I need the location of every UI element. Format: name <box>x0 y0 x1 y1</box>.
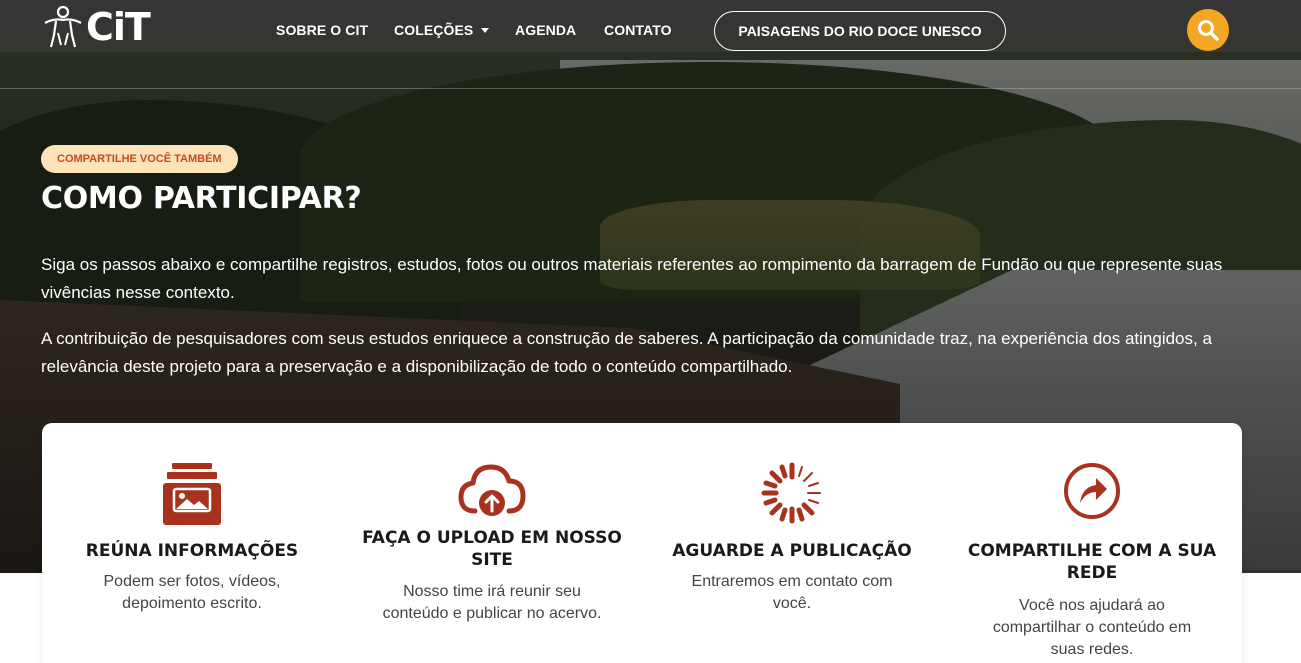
search-button[interactable] <box>1187 9 1229 51</box>
logo-text: CiT <box>86 5 151 49</box>
step-title: COMPARTILHE COM A SUA REDE <box>967 541 1217 583</box>
step-title: REÚNA INFORMAÇÕES <box>85 541 299 561</box>
step-description: Entraremos em contato com você. <box>691 573 893 612</box>
intro-paragraph-2: A contribuição de pesquisadores com seus… <box>41 329 1212 376</box>
step-description: Nosso time irá reunir seu conteúdo e pub… <box>382 583 602 622</box>
step-title: FAÇA O UPLOAD EM NOSSO SITE <box>362 528 622 570</box>
page-title: COMO PARTICIPAR? <box>41 181 362 216</box>
caret-down-icon <box>481 28 490 33</box>
site-logo[interactable]: CiT <box>42 4 151 50</box>
paisagens-unesco-button[interactable]: PAISAGENS DO RIO DOCE UNESCO <box>714 11 1006 51</box>
nav-link-colecoes[interactable]: COLEÇÕES <box>394 22 490 38</box>
logo-figure-icon <box>44 5 82 48</box>
search-icon <box>1198 20 1219 41</box>
nav-link-agenda[interactable]: AGENDA <box>515 22 576 38</box>
steps-card: REÚNA INFORMAÇÕES Podem ser fotos, vídeo… <box>42 423 1242 663</box>
nav-link-sobre[interactable]: SOBRE O CIT <box>276 22 368 38</box>
nav-link-colecoes-label: COLEÇÕES <box>394 22 474 38</box>
cloud-upload-icon <box>342 461 642 521</box>
step-item-share: COMPARTILHE COM A SUA REDE Você nos ajud… <box>942 423 1242 663</box>
step-description: Você nos ajudará ao compartilhar o conte… <box>992 597 1192 658</box>
step-item-wait: AGUARDE A PUBLICAÇÃO Entraremos em conta… <box>642 423 942 663</box>
step-title: AGUARDE A PUBLICAÇÃO <box>672 541 912 561</box>
loading-spinner-icon <box>642 461 942 525</box>
photo-archive-icon <box>42 461 342 527</box>
nav-link-contato[interactable]: CONTATO <box>604 22 672 38</box>
navbar-divider <box>0 88 1301 89</box>
section-badge: COMPARTILHE VOCÊ TAMBÉM <box>41 145 238 173</box>
share-icon <box>942 461 1242 521</box>
step-description: Podem ser fotos, vídeos, depoimento escr… <box>103 573 281 612</box>
step-item-gather: REÚNA INFORMAÇÕES Podem ser fotos, vídeo… <box>42 423 342 663</box>
step-item-upload: FAÇA O UPLOAD EM NOSSO SITE Nosso time i… <box>342 423 642 663</box>
intro-paragraph-1: Siga os passos abaixo e compartilhe regi… <box>41 255 1223 302</box>
